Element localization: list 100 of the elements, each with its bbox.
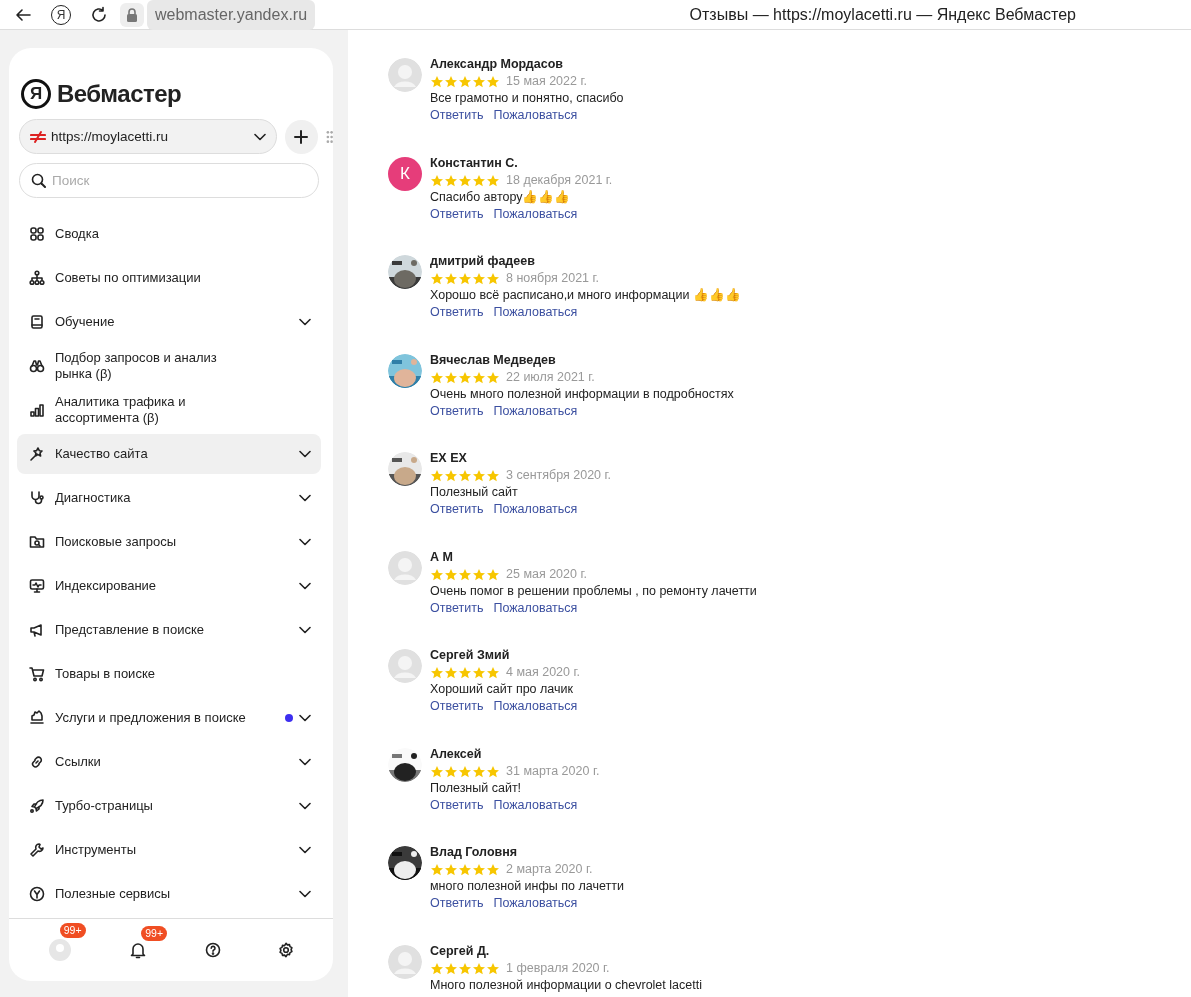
review-date: 22 июля 2021 г. bbox=[506, 368, 595, 386]
report-link[interactable]: Пожаловаться bbox=[493, 599, 578, 617]
review-text: Полезный сайт! bbox=[430, 779, 523, 797]
sidebar-item[interactable]: Диагностика bbox=[17, 478, 321, 519]
avatar-initial: К bbox=[388, 156, 422, 191]
sidebar-item[interactable]: Аналитика трафика и ассортимента (β) bbox=[17, 390, 321, 431]
sidebar-item[interactable]: Товары в поиске bbox=[17, 654, 321, 695]
settings-button[interactable] bbox=[278, 942, 295, 959]
reply-link[interactable]: Ответить bbox=[430, 698, 484, 715]
folder-search-icon bbox=[29, 534, 45, 551]
author-name: Алексей bbox=[430, 745, 483, 763]
yandex-button[interactable]: Я bbox=[46, 0, 76, 30]
sidebar-item[interactable]: Сводка bbox=[17, 214, 321, 255]
review-text: Полезный сайт bbox=[430, 484, 519, 501]
report-link[interactable]: Пожаловаться bbox=[493, 205, 578, 223]
bar-chart-icon bbox=[29, 402, 45, 419]
site-favicon-icon bbox=[30, 129, 46, 144]
sidebar-item[interactable]: Ссылки bbox=[17, 742, 321, 783]
rocket-icon bbox=[29, 798, 45, 815]
review-text: много полезной инфы по лачетти bbox=[430, 878, 624, 895]
reply-link[interactable]: Ответить bbox=[430, 402, 484, 420]
logo-text: Вебмастер bbox=[57, 78, 182, 109]
help-button[interactable] bbox=[204, 942, 221, 959]
settings-icon bbox=[278, 942, 295, 959]
author-name: EX EX bbox=[430, 450, 468, 467]
cart-icon bbox=[29, 666, 45, 683]
sidebar-item[interactable]: Качество сайта bbox=[17, 434, 321, 475]
sidebar-item[interactable]: Инструменты bbox=[17, 830, 321, 871]
report-link[interactable]: Пожаловаться bbox=[493, 107, 578, 124]
report-link[interactable]: Пожаловаться bbox=[493, 895, 578, 912]
magic-wand-icon bbox=[29, 446, 45, 463]
author-name: А М bbox=[430, 548, 454, 566]
user-avatar-icon bbox=[47, 938, 72, 963]
author-name: Сергей Д. bbox=[430, 942, 491, 960]
review-date: 2 марта 2020 г. bbox=[506, 861, 593, 879]
bell-icon bbox=[129, 941, 148, 960]
sidebar-item[interactable]: Индексирование bbox=[17, 566, 321, 607]
plus-icon bbox=[294, 129, 309, 144]
yandex-services-icon bbox=[29, 886, 45, 903]
avatar-placeholder-icon bbox=[388, 944, 422, 979]
binoculars-icon bbox=[29, 358, 45, 375]
reply-link[interactable]: Ответить bbox=[430, 304, 484, 321]
author-name: Александр Мордасов bbox=[430, 56, 565, 73]
sidebar-item[interactable]: Полезные сервисы bbox=[17, 874, 321, 915]
hierarchy-icon bbox=[29, 270, 45, 287]
review-text: Очень много полезной информации в подробностях bbox=[430, 385, 734, 403]
review-date: 8 ноября 2021 г. bbox=[506, 270, 600, 288]
review-date: 4 мая 2020 г. bbox=[506, 664, 580, 682]
reply-link[interactable]: Ответить bbox=[430, 205, 484, 223]
review-text: Хороший сайт про лачик bbox=[430, 681, 574, 698]
review-date: 15 мая 2022 г. bbox=[506, 73, 587, 91]
site-select[interactable]: https://moylacetti.ru bbox=[19, 119, 277, 155]
help-icon bbox=[204, 942, 221, 959]
review-date: 1 февраля 2020 г. bbox=[506, 959, 610, 977]
reply-link[interactable]: Ответить bbox=[430, 599, 484, 617]
add-site-button[interactable] bbox=[285, 119, 318, 154]
sidebar-item[interactable]: Представление в поиске bbox=[17, 610, 321, 651]
reply-link[interactable]: Ответить bbox=[430, 895, 484, 912]
link-icon bbox=[29, 754, 45, 771]
review-date: 18 декабря 2021 г. bbox=[506, 171, 613, 189]
reply-link[interactable]: Ответить bbox=[430, 107, 484, 124]
wrench-icon bbox=[29, 842, 45, 859]
reload-icon bbox=[90, 5, 108, 24]
review-text: Хорошо всё расписано,и много информации 👍👍👍 bbox=[430, 287, 741, 304]
sidebar-item[interactable]: Поисковые запросы bbox=[17, 522, 321, 563]
book-icon bbox=[29, 314, 45, 331]
report-link[interactable]: Пожаловаться bbox=[493, 402, 578, 420]
reply-link[interactable]: Ответить bbox=[430, 501, 484, 518]
report-link[interactable]: Пожаловаться bbox=[493, 304, 578, 321]
sidebar-item[interactable]: Советы по оптимизации bbox=[17, 258, 321, 299]
review-text: Спасибо автору👍👍👍 bbox=[430, 188, 572, 206]
notification-badge: 99+ bbox=[141, 926, 168, 942]
avatar-placeholder-icon bbox=[388, 649, 422, 683]
sidebar-item[interactable]: Турбо-страницы bbox=[17, 786, 321, 827]
review-date: 3 сентября 2020 г. bbox=[506, 467, 612, 485]
review-text: Очень помог в решении проблемы , по ремонту лачетти bbox=[430, 582, 757, 600]
report-link[interactable]: Пожаловаться bbox=[493, 501, 578, 518]
chevron-down-icon bbox=[254, 132, 266, 141]
review-date: 25 мая 2020 г. bbox=[506, 565, 587, 583]
address-field[interactable]: webmaster.yandex.ru bbox=[147, 0, 316, 30]
reply-link[interactable]: Ответить bbox=[430, 796, 484, 814]
author-name: Влад Головня bbox=[430, 844, 519, 861]
window-title: Отзывы — https://moylacetti.ru — Яндекс Вебмастер bbox=[689, 4, 1076, 25]
lock-icon bbox=[120, 2, 144, 27]
author-name: Вячеслав Медведев bbox=[430, 351, 557, 369]
megaphone-icon bbox=[29, 622, 45, 639]
monitor-pulse-icon bbox=[29, 578, 45, 595]
sidebar-item[interactable]: Подбор запросов и анализ рынка (β) bbox=[17, 346, 321, 387]
logo-mark: Я bbox=[21, 78, 51, 109]
report-link[interactable]: Пожаловаться bbox=[493, 698, 578, 715]
grid-icon bbox=[29, 226, 45, 243]
stethoscope-icon bbox=[29, 490, 45, 507]
notifications-button[interactable] bbox=[129, 941, 148, 960]
search-field[interactable]: Поиск bbox=[19, 163, 319, 199]
sidebar-item[interactable]: Обучение bbox=[17, 302, 321, 343]
sidebar-item[interactable]: Услуги и предложения в поиске bbox=[17, 698, 321, 739]
review-date: 31 марта 2020 г. bbox=[506, 762, 600, 780]
report-link[interactable]: Пожаловаться bbox=[493, 796, 578, 814]
review-text: Все грамотно и понятно, спасибо bbox=[430, 90, 624, 107]
avatar-placeholder-icon bbox=[388, 550, 422, 585]
